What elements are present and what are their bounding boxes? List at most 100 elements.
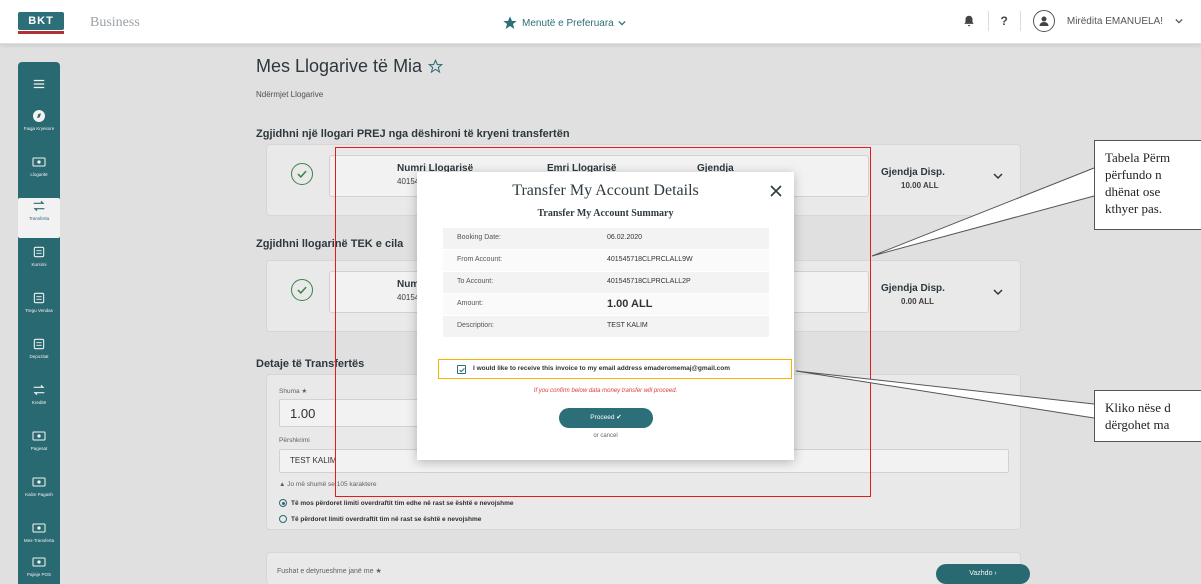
callout-line: dërgohet ma <box>1105 417 1170 432</box>
sidebar-item-label: Kursimi <box>31 262 47 267</box>
page-title-text: Mes Llogarive të Mia <box>256 56 423 76</box>
chevron-down-icon <box>618 20 626 26</box>
selected-check-icon <box>291 163 313 185</box>
wallet-icon <box>32 157 46 167</box>
callout-line: përfundo n <box>1105 167 1162 182</box>
table-row: Booking Date: 06.02.2020 <box>443 228 769 250</box>
callout-line: kthyer pas. <box>1105 201 1163 216</box>
continue-button[interactable]: Vazhdo › <box>936 564 1030 584</box>
available-header: Gjendja Disp. <box>881 167 945 178</box>
user-greeting[interactable]: Mirëdita EMANUELA! <box>1067 16 1163 27</box>
sidebar-item-label: Llogaritë <box>30 172 48 177</box>
hamburger-icon <box>33 79 45 89</box>
star-icon <box>503 16 517 29</box>
deposit-icon <box>33 338 45 350</box>
row-value: TEST KALIM <box>607 322 648 329</box>
bell-icon[interactable] <box>962 14 976 28</box>
bank-logo[interactable]: BKT <box>18 12 64 30</box>
row-key: Description: <box>457 322 494 329</box>
sidebar-item-pos[interactable]: Pajisje POS <box>18 554 60 584</box>
row-key: From Account: <box>457 256 503 263</box>
menu-toggle-button[interactable] <box>18 72 60 96</box>
market-icon <box>33 292 45 304</box>
star-outline-icon[interactable] <box>428 59 444 74</box>
sidebar-item-payments[interactable]: Pagesat <box>18 428 60 468</box>
row-value: 401545718CLPRCLALL2P <box>607 278 691 285</box>
user-icon <box>1039 16 1049 26</box>
business-label: Business <box>90 15 140 30</box>
close-icon[interactable] <box>769 184 783 198</box>
top-bar: BKT Business Menutë e Preferuara ? Mirëd… <box>0 0 1201 44</box>
available-value: 10.00 ALL <box>901 181 939 190</box>
row-value: 401545718CLPRCLALL9W <box>607 256 693 263</box>
sidebar-item-salary[interactable]: Kalim Pagash <box>18 474 60 514</box>
salary-icon <box>32 477 46 487</box>
sidebar-item-accounts[interactable]: Llogaritë <box>18 154 60 194</box>
sidebar-item-label: Tregu Vendas <box>25 308 53 313</box>
row-key: To Account: <box>457 278 494 285</box>
favorites-label: Menutë e Preferuara <box>522 17 614 29</box>
summary-table: Booking Date: 06.02.2020 From Account: 4… <box>443 228 769 338</box>
piggy-icon <box>33 246 45 258</box>
row-value: 06.02.2020 <box>607 234 643 241</box>
favorites-menu[interactable]: Menutë e Preferuara <box>502 14 626 32</box>
radio-label: Të mos përdoret limiti overdraftit tim e… <box>291 499 514 507</box>
table-row: Amount: 1.00 ALL <box>443 294 769 316</box>
sidebar-item-deposits[interactable]: Depozitat <box>18 336 60 376</box>
sidebar-item-label: Kreditë <box>31 400 47 405</box>
sidebar-item-label: Kalim Pagash <box>25 492 53 497</box>
row-value: 1.00 ALL <box>607 298 653 310</box>
pos-icon <box>32 557 46 567</box>
between-icon <box>32 523 46 533</box>
radio-selected[interactable] <box>279 499 287 507</box>
credit-icon <box>33 384 45 396</box>
selected-check-icon <box>291 279 313 301</box>
cancel-link[interactable]: or cancel <box>417 433 794 439</box>
overdraft-option-yes[interactable]: Të përdoret limiti overdraftit tim në ra… <box>279 515 481 523</box>
sidebar-item-transfers[interactable]: Transferta <box>18 198 60 238</box>
proceed-button[interactable]: Proceed ✔ <box>559 408 653 428</box>
modal-subtitle: Transfer My Account Summary <box>537 208 674 219</box>
transfer-icon <box>33 200 45 212</box>
callout-line: Tabela Përm <box>1105 150 1171 165</box>
table-row: From Account: 401545718CLPRCLALL9W <box>443 250 769 272</box>
radio-label: Të përdoret limiti overdraftit tim në ra… <box>291 515 482 523</box>
overdraft-option-no[interactable]: Të mos përdoret limiti overdraftit tim e… <box>279 499 514 507</box>
radio-unselected[interactable] <box>279 515 287 523</box>
sidebar-item-home[interactable]: Faqja Kryesore <box>18 108 60 148</box>
from-section-title: Zgjidhni një llogari PREJ nga dëshironi … <box>256 128 570 140</box>
chevron-down-icon[interactable] <box>993 287 1003 297</box>
table-row: Description: TEST KALIM <box>443 316 769 338</box>
sidebar-item-label: Transferta <box>28 216 50 221</box>
footer-card: Fushat e detyrueshme janë me ★ <box>266 552 1021 584</box>
row-key: Booking Date: <box>457 234 501 241</box>
available-header: Gjendja Disp. <box>881 283 945 294</box>
table-row: To Account: 401545718CLPRCLALL2P <box>443 272 769 294</box>
divider <box>1019 11 1021 31</box>
required-fields-note: Fushat e detyrueshme janë me ★ <box>277 568 382 575</box>
check-icon <box>459 368 465 373</box>
email-invoice-option[interactable]: I would like to receive this invoice to … <box>438 359 792 379</box>
page-subtitle: Ndërmjet Llogarive <box>256 90 324 99</box>
sidebar-item-label: Mes-Transferta <box>23 538 55 543</box>
page-title: Mes Llogarive të Mia <box>256 56 444 77</box>
email-checkbox[interactable] <box>457 365 466 374</box>
sidebar-item-credits[interactable]: Kreditë <box>18 382 60 422</box>
chevron-down-icon[interactable] <box>993 171 1003 181</box>
transfer-details-modal: Transfer My Account Details Transfer My … <box>417 172 794 460</box>
email-checkbox-label: I would like to receive this invoice to … <box>473 365 731 372</box>
available-value: 0.00 ALL <box>901 297 935 306</box>
callout-email-option: Kliko nëse d dërgohet ma <box>1094 390 1201 442</box>
callout-line: dhënat ose <box>1105 184 1161 199</box>
sidebar-item-label: Faqja Kryesore <box>23 126 55 131</box>
logo-stripe <box>18 31 64 34</box>
avatar[interactable] <box>1032 10 1055 32</box>
sidebar-item-label: Pajisje POS <box>26 572 51 577</box>
sidebar-item-market[interactable]: Tregu Vendas <box>18 290 60 330</box>
payments-icon <box>32 431 46 441</box>
chevron-down-icon[interactable] <box>1175 17 1183 25</box>
help-button[interactable]: ? <box>1001 14 1008 28</box>
sidebar: Faqja Kryesore Llogaritë Transferta Kurs… <box>18 62 60 584</box>
sidebar-item-savings[interactable]: Kursimi <box>18 244 60 284</box>
amount-label: Shuma ★ <box>279 388 308 395</box>
